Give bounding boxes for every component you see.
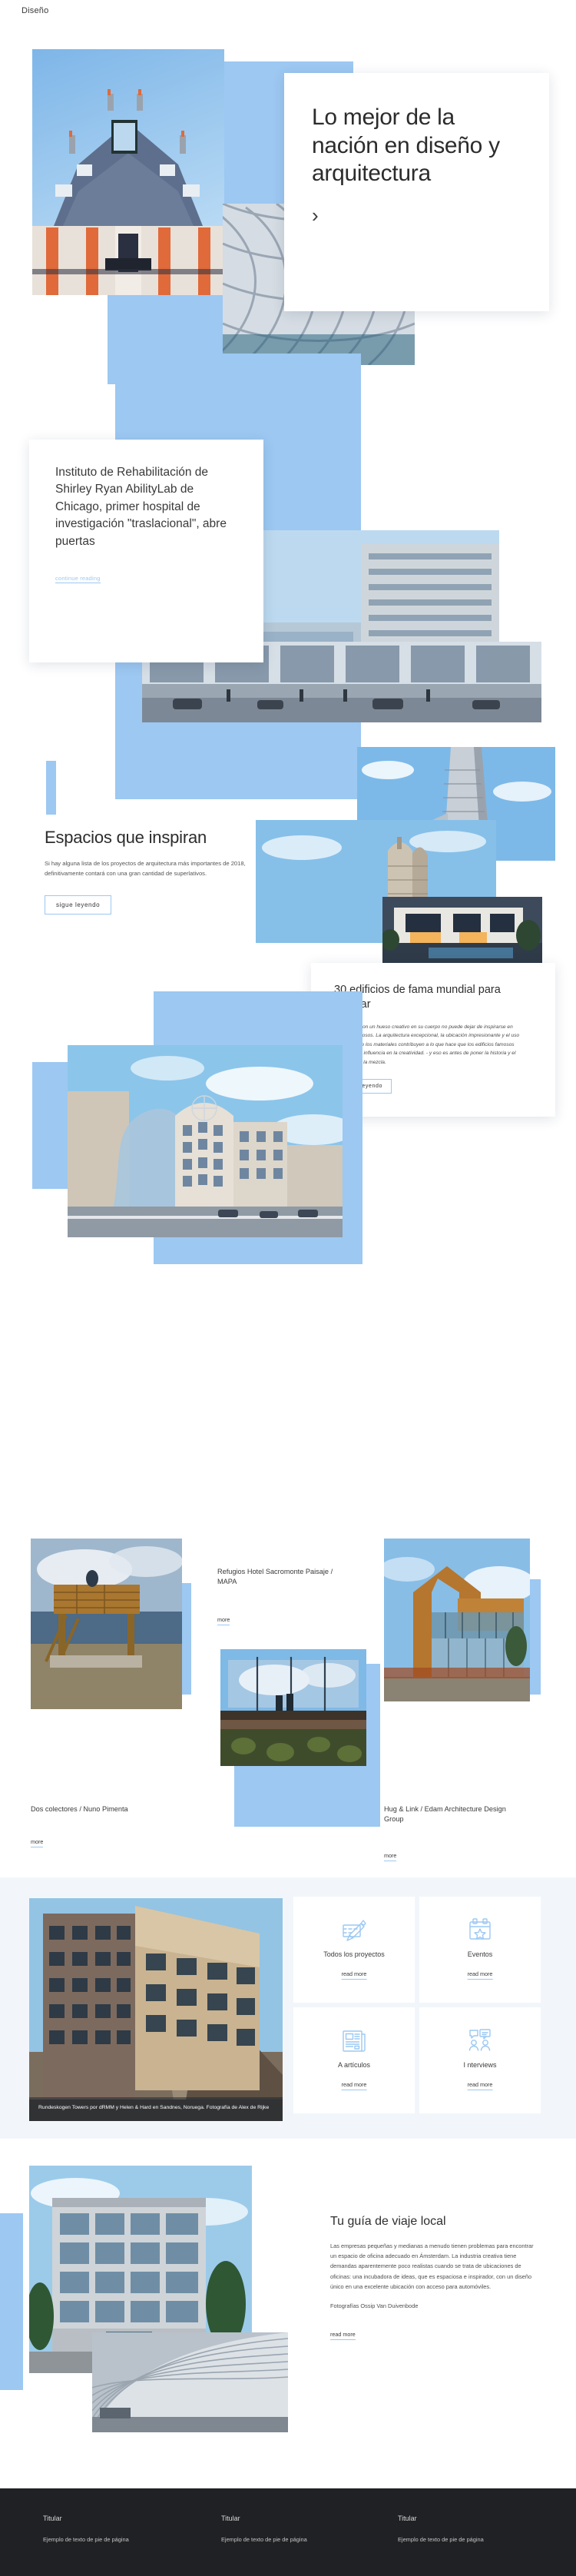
travel-photo-credit: Fotografías Ossip Van Duivenbode [330,2302,419,2309]
feature-card-articles[interactable]: A artículos read more [293,2007,415,2113]
project-1-image-watchtower [31,1539,182,1709]
travel-paragraph: Las empresas pequeñas y medianas a menud… [330,2242,534,2290]
feature-card-all-projects[interactable]: Todos los proyectos read more [293,1897,415,2003]
footer-column-1-title: Titular [43,2515,62,2522]
topbar: Diseño [0,0,576,25]
spaces-title: Espacios que inspiran [45,828,207,847]
buildings-paragraph: Cualquiera con un hueso creativo en su c… [334,1024,520,1065]
project-2-more-link[interactable]: more [217,1616,230,1625]
footer-column-3-text: Ejemplo de texto de pie de página [398,2536,484,2543]
footer-column-2-title: Titular [221,2515,240,2522]
footer-column-3: Titular Ejemplo de texto de pie de págin… [398,2515,484,2543]
feature-read-more-events[interactable]: read more [467,1970,493,1980]
buildings-title: 30 edificios de fama mundial para inspir… [334,984,501,1011]
project-2-image-sacromonte [220,1649,366,1766]
spaces-image-modern-house [382,897,542,963]
feature-card-interviews[interactable]: I nterviews read more [419,2007,541,2113]
travel-title: Tu guía de viaje local [330,2215,446,2228]
institute-title: Instituto de Rehabilitación de Shirley R… [55,466,227,548]
feature-read-more-all-projects[interactable]: read more [341,1970,367,1980]
feature-label-all-projects: Todos los proyectos [323,1950,385,1958]
feature-read-more-articles[interactable]: read more [341,2081,367,2090]
feature-label-interviews: I nterviews [463,2061,497,2069]
spaces-accent-bar [46,761,56,815]
travel-image-curved-facade [92,2332,288,2432]
spaces-paragraph: Si hay alguna lista de los proyectos de … [45,860,246,878]
spaces-image-dancing-house [68,1045,343,1237]
footer-column-2-text: Ejemplo de texto de pie de página [221,2536,307,2543]
spaces-read-more-button[interactable]: sigue leyendo [45,895,112,915]
institute-card: Instituto de Rehabilitación de Shirley R… [29,440,263,662]
feature-read-more-interviews[interactable]: read more [467,2081,493,2090]
footer: Titular Ejemplo de texto de pie de págin… [0,2488,576,2576]
feature-label-articles: A artículos [337,2061,371,2069]
hero-card: Lo mejor de la nación en diseño y arquit… [284,73,549,311]
project-3-image-hug-link [384,1539,530,1701]
project-2-title: Refugios Hotel Sacromonte Paisaje / MAPA [217,1568,333,1586]
pencil-ruler-icon [293,1917,415,1947]
brand-logo[interactable]: Diseño [22,6,48,15]
hero-next-arrow-icon[interactable]: › [312,205,319,225]
footer-column-2: Titular Ejemplo de texto de pie de págin… [221,2515,307,2543]
features-grid: Todos los proyectos read more Eventos re… [293,1897,547,2118]
project-1-more-link[interactable]: more [31,1838,44,1847]
newspaper-icon [293,2027,415,2058]
features-image-rundeskogen: Rundeskogen Towers por dRMM y Helen & Ha… [29,1898,283,2121]
footer-column-1: Titular Ejemplo de texto de pie de págin… [43,2515,129,2543]
hero-image-paris-building [32,49,224,295]
calendar-star-icon [419,1917,541,1947]
footer-column-3-title: Titular [398,2515,417,2522]
project-3-title: Hug & Link / Edam Architecture Design Gr… [384,1805,506,1824]
travel-read-more-link[interactable]: read more [330,2331,356,2340]
travel-text-block: Tu guía de viaje local Las empresas pequ… [330,2213,545,2340]
project-1-title: Dos colectores / Nuno Pimenta [31,1805,128,1813]
page-title: Lo mejor de la nación en diseño y arquit… [312,105,500,187]
features-image-caption: Rundeskogen Towers por dRMM y Helen & Ha… [29,2097,283,2121]
footer-column-1-text: Ejemplo de texto de pie de página [43,2536,129,2543]
project-3-more-link[interactable]: more [384,1852,397,1861]
feature-label-events: Eventos [467,1950,493,1958]
spaces-text-block: Espacios que inspiran Si hay alguna list… [45,827,260,915]
feature-card-events[interactable]: Eventos read more [419,1897,541,2003]
travel-blue-panel [0,2213,23,2390]
institute-continue-reading-link[interactable]: continue reading [55,575,101,584]
interview-chat-icon [419,2027,541,2058]
